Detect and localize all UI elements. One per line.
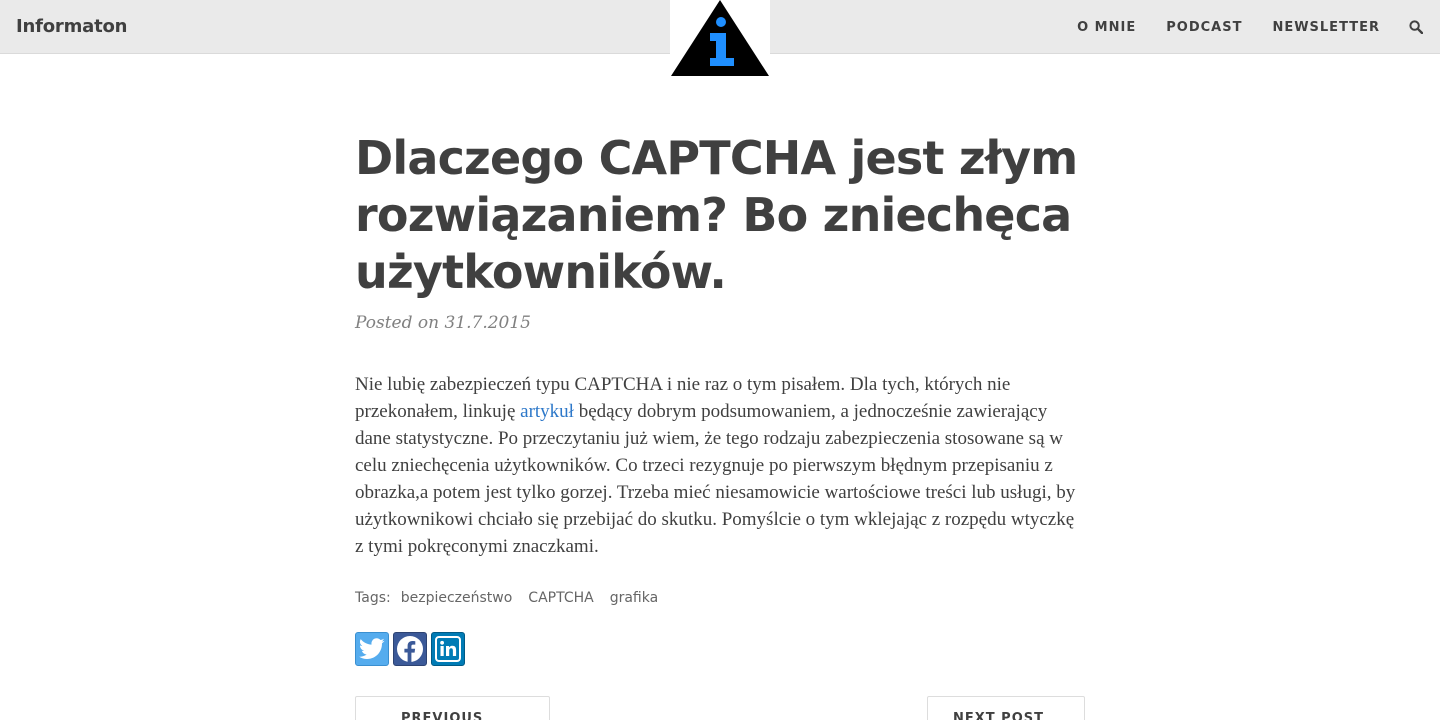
previous-post-button[interactable]: PREVIOUS POST xyxy=(355,696,550,720)
tags-label: Tags: xyxy=(355,590,391,606)
brand-link[interactable]: Informaton xyxy=(16,16,127,37)
article: Dlaczego CAPTCHA jest złym rozwiązaniem?… xyxy=(355,130,1085,666)
nav-item-podcast[interactable]: PODCAST xyxy=(1166,20,1242,35)
twitter-icon xyxy=(359,638,385,659)
tag-link[interactable]: grafika xyxy=(610,590,658,606)
linkedin-icon xyxy=(435,636,461,662)
article-link[interactable]: artykuł xyxy=(520,401,574,422)
tags-row: Tags: bezpieczeństwo CAPTCHA grafika xyxy=(355,590,1085,606)
nav-menu: O MNIE PODCAST NEWSLETTER xyxy=(1047,0,1424,54)
share-buttons xyxy=(355,632,1085,666)
info-triangle-logo[interactable] xyxy=(670,0,770,80)
post-title: Dlaczego CAPTCHA jest złym rozwiązaniem?… xyxy=(355,131,1078,299)
post-body-text-2: będący dobrym podsumowaniem, a jednocześ… xyxy=(355,401,1076,557)
next-post-label: NEXT POST xyxy=(953,711,1044,720)
facebook-icon xyxy=(397,636,423,663)
nav-item-newsletter[interactable]: NEWSLETTER xyxy=(1272,20,1380,35)
post-meta: Posted on 31.7.2015 xyxy=(355,313,531,333)
facebook-share-button[interactable] xyxy=(393,632,427,666)
next-post-button[interactable]: NEXT POST xyxy=(927,696,1085,720)
twitter-share-button[interactable] xyxy=(355,632,389,666)
nav-item-o-mnie[interactable]: O MNIE xyxy=(1077,20,1136,35)
tag-link[interactable]: CAPTCHA xyxy=(528,590,593,606)
tag-link[interactable]: bezpieczeństwo xyxy=(401,590,513,606)
search-icon[interactable] xyxy=(1408,19,1424,35)
linkedin-share-button[interactable] xyxy=(431,632,465,666)
post-body: Nie lubię zabezpieczeń typu CAPTCHA i ni… xyxy=(355,371,1085,560)
previous-post-label: PREVIOUS POST xyxy=(401,711,484,720)
